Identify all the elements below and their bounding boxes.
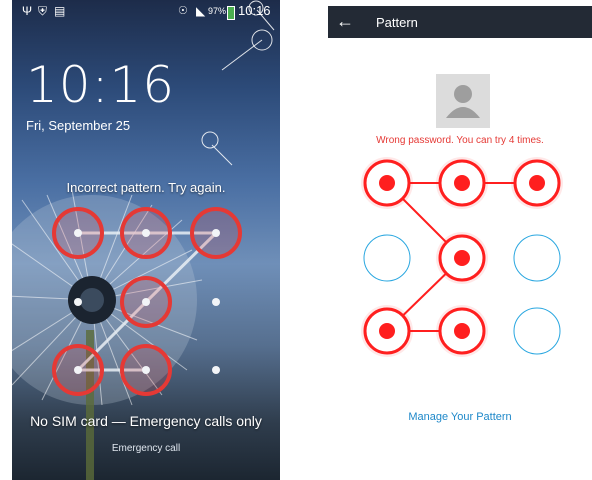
pattern-node[interactable] bbox=[513, 307, 561, 355]
pattern-node[interactable] bbox=[74, 298, 82, 306]
pattern-node[interactable] bbox=[120, 207, 172, 259]
pattern-node[interactable] bbox=[190, 207, 242, 259]
pattern-grid[interactable] bbox=[328, 148, 592, 368]
pattern-node[interactable] bbox=[361, 157, 413, 209]
lockscreen-date: Fri, September 25 bbox=[26, 118, 131, 133]
usb-icon: Ψ bbox=[22, 4, 33, 18]
pattern-node[interactable] bbox=[363, 234, 411, 282]
battery-icon bbox=[227, 6, 235, 20]
pattern-node[interactable] bbox=[436, 157, 488, 209]
battery-percent: 97% bbox=[208, 6, 227, 16]
pattern-node[interactable] bbox=[513, 234, 561, 282]
back-arrow-icon[interactable]: ← bbox=[336, 10, 354, 32]
pattern-node[interactable] bbox=[212, 298, 220, 306]
shield-icon: ⛨ bbox=[38, 4, 48, 18]
pattern-node[interactable] bbox=[511, 157, 563, 209]
pattern-node[interactable] bbox=[52, 207, 104, 259]
pattern-node[interactable] bbox=[120, 344, 172, 396]
eye-icon: ☉ bbox=[178, 5, 188, 17]
pattern-node[interactable] bbox=[52, 344, 104, 396]
pattern-node[interactable] bbox=[120, 276, 172, 328]
incorrect-pattern-message: Incorrect pattern. Try again. bbox=[66, 180, 226, 195]
manage-pattern-link[interactable]: Manage Your Pattern bbox=[328, 411, 592, 423]
file-icon: ▤ bbox=[54, 4, 66, 18]
pattern-node[interactable] bbox=[436, 305, 488, 357]
app-bar: ← Pattern bbox=[328, 6, 592, 38]
pattern-node[interactable] bbox=[436, 232, 488, 284]
status-time: 10:16 bbox=[238, 3, 271, 18]
pattern-node[interactable] bbox=[361, 305, 413, 357]
wrong-password-message: Wrong password. You can try 4 times. bbox=[376, 135, 544, 146]
user-silhouette-icon bbox=[446, 85, 480, 118]
lockscreen: Ψ ⛨ ▤ ☉ ◣ 97% 10:16 10:16 Fri, September… bbox=[12, 0, 280, 480]
page-title: Pattern bbox=[376, 15, 418, 30]
pattern-node[interactable] bbox=[212, 366, 220, 374]
signal-icon: ◣ bbox=[196, 4, 206, 18]
emergency-call-button[interactable]: Emergency call bbox=[12, 443, 280, 454]
sim-status: No SIM card — Emergency calls only bbox=[30, 413, 262, 429]
lockscreen-clock: 10:16 bbox=[26, 56, 176, 114]
avatar bbox=[436, 74, 490, 128]
